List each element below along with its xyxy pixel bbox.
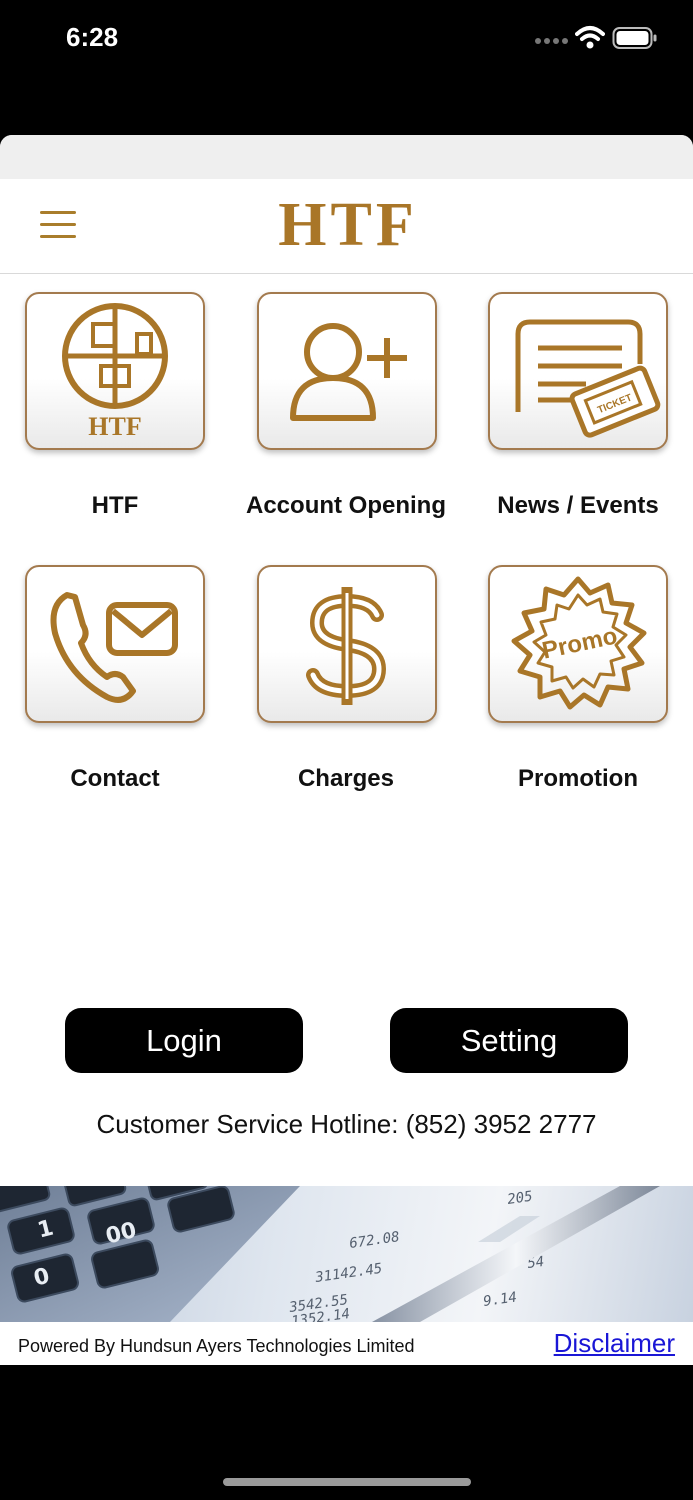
login-button[interactable]: Login (65, 1008, 303, 1073)
customer-service-hotline: Customer Service Hotline: (852) 3952 277… (96, 1109, 597, 1139)
tile-account-opening-button[interactable] (257, 292, 437, 450)
htf-building-logo-icon: HTF (62, 303, 168, 441)
phone-mail-icon (50, 592, 178, 703)
tile-news-events-button[interactable]: TICKET (488, 292, 668, 450)
wifi-icon (575, 26, 605, 49)
app-window: HTF HTF TICKET HTF Account Opening News … (0, 135, 693, 1365)
tile-htf-button[interactable]: HTF (25, 292, 205, 450)
tile-label-promotion: Promotion (518, 765, 638, 792)
svg-text:Promo: Promo (540, 622, 620, 664)
footer: Powered By Hundsun Ayers Technologies Li… (0, 1322, 693, 1365)
tile-contact-button[interactable] (25, 565, 205, 723)
svg-text:205: 205 (506, 1189, 533, 1208)
status-time: 6:28 (66, 22, 119, 52)
setting-button[interactable]: Setting (390, 1008, 628, 1073)
tile-label-news-events: News / Events (497, 492, 659, 519)
status-bar: 6:28 (0, 0, 693, 80)
hamburger-menu-icon[interactable] (40, 211, 80, 243)
tile-label-charges: Charges (297, 765, 395, 792)
sheet-top-strip (0, 135, 693, 179)
add-user-icon (290, 323, 407, 421)
calculator-banner-image: 1 00 0 31142.45 3542.55 1352.14 672.08 2… (0, 1186, 693, 1322)
svg-text:HTF: HTF (88, 412, 141, 441)
navigation-bar: HTF (0, 179, 693, 274)
battery-icon (612, 27, 657, 49)
dollar-icon (306, 587, 387, 705)
tile-label-account-opening: Account Opening (246, 492, 446, 519)
powered-by-text: Powered By Hundsun Ayers Technologies Li… (18, 1336, 415, 1356)
tile-label-htf: HTF (91, 492, 139, 519)
news-ticket-icon: TICKET (515, 319, 661, 438)
tile-charges-button[interactable] (257, 565, 437, 723)
home-indicator[interactable] (223, 1478, 471, 1486)
svg-text:31142.45: 31142.45 (313, 1261, 383, 1286)
tile-promotion-button[interactable]: Promo (488, 565, 668, 723)
promo-badge-icon: Promo (511, 576, 647, 710)
htf-logo: HTF (278, 191, 418, 259)
tile-label-contact: Contact (70, 765, 160, 792)
svg-text:672.08: 672.08 (348, 1229, 400, 1252)
calculator-and-pen-photo: 1 00 0 31142.45 3542.55 1352.14 672.08 2… (0, 1186, 660, 1322)
disclaimer-link[interactable]: Disclaimer (554, 1328, 675, 1359)
svg-text:9.14: 9.14 (482, 1289, 518, 1310)
cellular-signal-icon (535, 38, 568, 44)
